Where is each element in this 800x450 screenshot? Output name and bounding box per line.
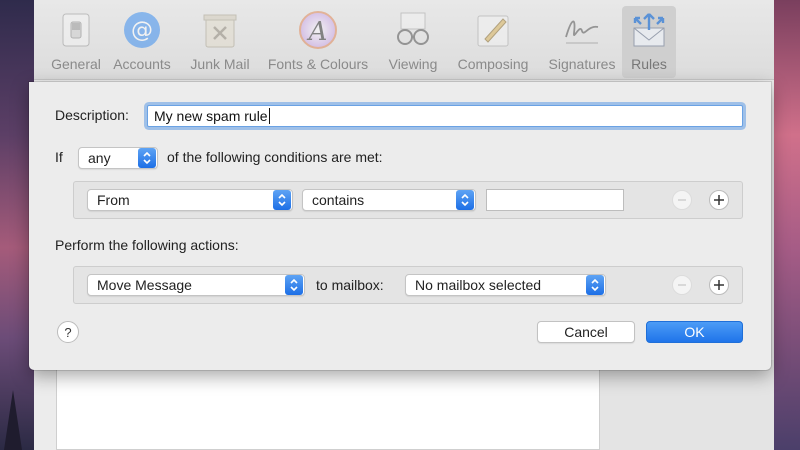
desktop-background-right bbox=[770, 0, 800, 450]
conditions-suffix-label: of the following conditions are met: bbox=[167, 149, 383, 165]
toolbar-item-fonts-colours[interactable]: A Fonts & Colours bbox=[262, 6, 374, 78]
toolbar-item-viewing[interactable]: Viewing bbox=[380, 6, 446, 78]
if-label: If bbox=[55, 149, 63, 165]
rule-edit-sheet: Description: My new spam rule If any of … bbox=[29, 82, 771, 370]
mailbox-popup[interactable]: No mailbox selected bbox=[405, 274, 606, 296]
text-cursor bbox=[268, 108, 270, 124]
toolbar-item-rules[interactable]: Rules bbox=[622, 6, 676, 78]
minus-icon bbox=[678, 284, 686, 286]
toolbar-label-junk-mail: Junk Mail bbox=[190, 56, 250, 72]
updown-chevron-icon bbox=[456, 190, 474, 210]
minus-icon bbox=[678, 199, 686, 201]
preferences-toolbar: General @ Accounts Junk Mail A Fonts & C… bbox=[34, 0, 774, 80]
help-question-icon: ? bbox=[64, 324, 72, 340]
mailbox-value: No mailbox selected bbox=[415, 277, 542, 293]
at-sign-icon: @ bbox=[120, 8, 164, 52]
toolbar-item-accounts[interactable]: @ Accounts bbox=[108, 6, 176, 78]
match-any-all-popup[interactable]: any bbox=[78, 147, 158, 169]
toolbar-item-signatures[interactable]: Signatures bbox=[540, 6, 624, 78]
description-value: My new spam rule bbox=[154, 108, 268, 124]
rules-envelope-icon bbox=[627, 8, 671, 52]
to-mailbox-label: to mailbox: bbox=[316, 277, 384, 293]
trash-x-icon bbox=[198, 8, 242, 52]
remove-action-button[interactable] bbox=[672, 275, 692, 295]
description-label: Description: bbox=[55, 107, 129, 123]
condition-operator-value: contains bbox=[312, 192, 365, 208]
font-colour-icon: A bbox=[296, 8, 340, 52]
ok-button[interactable]: OK bbox=[646, 321, 743, 343]
action-type-popup[interactable]: Move Message bbox=[87, 274, 305, 296]
glasses-icon bbox=[391, 8, 435, 52]
toolbar-item-composing[interactable]: Composing bbox=[448, 6, 538, 78]
toolbar-label-rules: Rules bbox=[631, 56, 667, 72]
condition-value-field[interactable] bbox=[486, 189, 624, 211]
toolbar-item-junk-mail[interactable]: Junk Mail bbox=[182, 6, 258, 78]
description-field[interactable]: My new spam rule bbox=[147, 105, 743, 127]
toolbar-label-signatures: Signatures bbox=[548, 56, 616, 72]
cancel-button[interactable]: Cancel bbox=[537, 321, 635, 343]
updown-chevron-icon bbox=[285, 275, 303, 295]
toolbar-label-fonts-colours: Fonts & Colours bbox=[267, 56, 369, 72]
condition-field-popup[interactable]: From bbox=[87, 189, 293, 211]
help-button[interactable]: ? bbox=[57, 321, 79, 343]
updown-chevron-icon bbox=[273, 190, 291, 210]
add-action-button[interactable] bbox=[709, 275, 729, 295]
toolbar-label-general: General bbox=[51, 56, 101, 72]
toolbar-label-accounts: Accounts bbox=[113, 56, 171, 72]
cancel-button-label: Cancel bbox=[564, 324, 608, 340]
condition-operator-popup[interactable]: contains bbox=[302, 189, 476, 211]
signature-icon bbox=[560, 8, 604, 52]
toolbar-item-general[interactable]: General bbox=[42, 6, 110, 78]
remove-condition-button[interactable] bbox=[672, 190, 692, 210]
ok-button-label: OK bbox=[684, 324, 705, 340]
updown-chevron-icon bbox=[586, 275, 604, 295]
toolbar-label-composing: Composing bbox=[457, 56, 529, 72]
match-selector-value: any bbox=[88, 150, 111, 166]
pencil-icon bbox=[471, 8, 515, 52]
plus-icon bbox=[714, 280, 724, 290]
actions-group: Move Message to mailbox: No mailbox sele… bbox=[73, 266, 743, 304]
toolbar-label-viewing: Viewing bbox=[388, 56, 438, 72]
updown-chevron-icon bbox=[138, 148, 156, 168]
action-type-value: Move Message bbox=[97, 277, 192, 293]
rules-list-area bbox=[56, 360, 600, 450]
svg-text:A: A bbox=[307, 17, 328, 47]
conditions-group: From contains bbox=[73, 181, 743, 219]
actions-label: Perform the following actions: bbox=[55, 237, 239, 253]
add-condition-button[interactable] bbox=[709, 190, 729, 210]
tree-silhouette bbox=[4, 390, 22, 450]
plus-icon bbox=[714, 195, 724, 205]
svg-text:@: @ bbox=[131, 18, 153, 43]
condition-field-value: From bbox=[97, 192, 130, 208]
rules-side-panel bbox=[600, 360, 774, 450]
general-switch-icon bbox=[54, 8, 98, 52]
